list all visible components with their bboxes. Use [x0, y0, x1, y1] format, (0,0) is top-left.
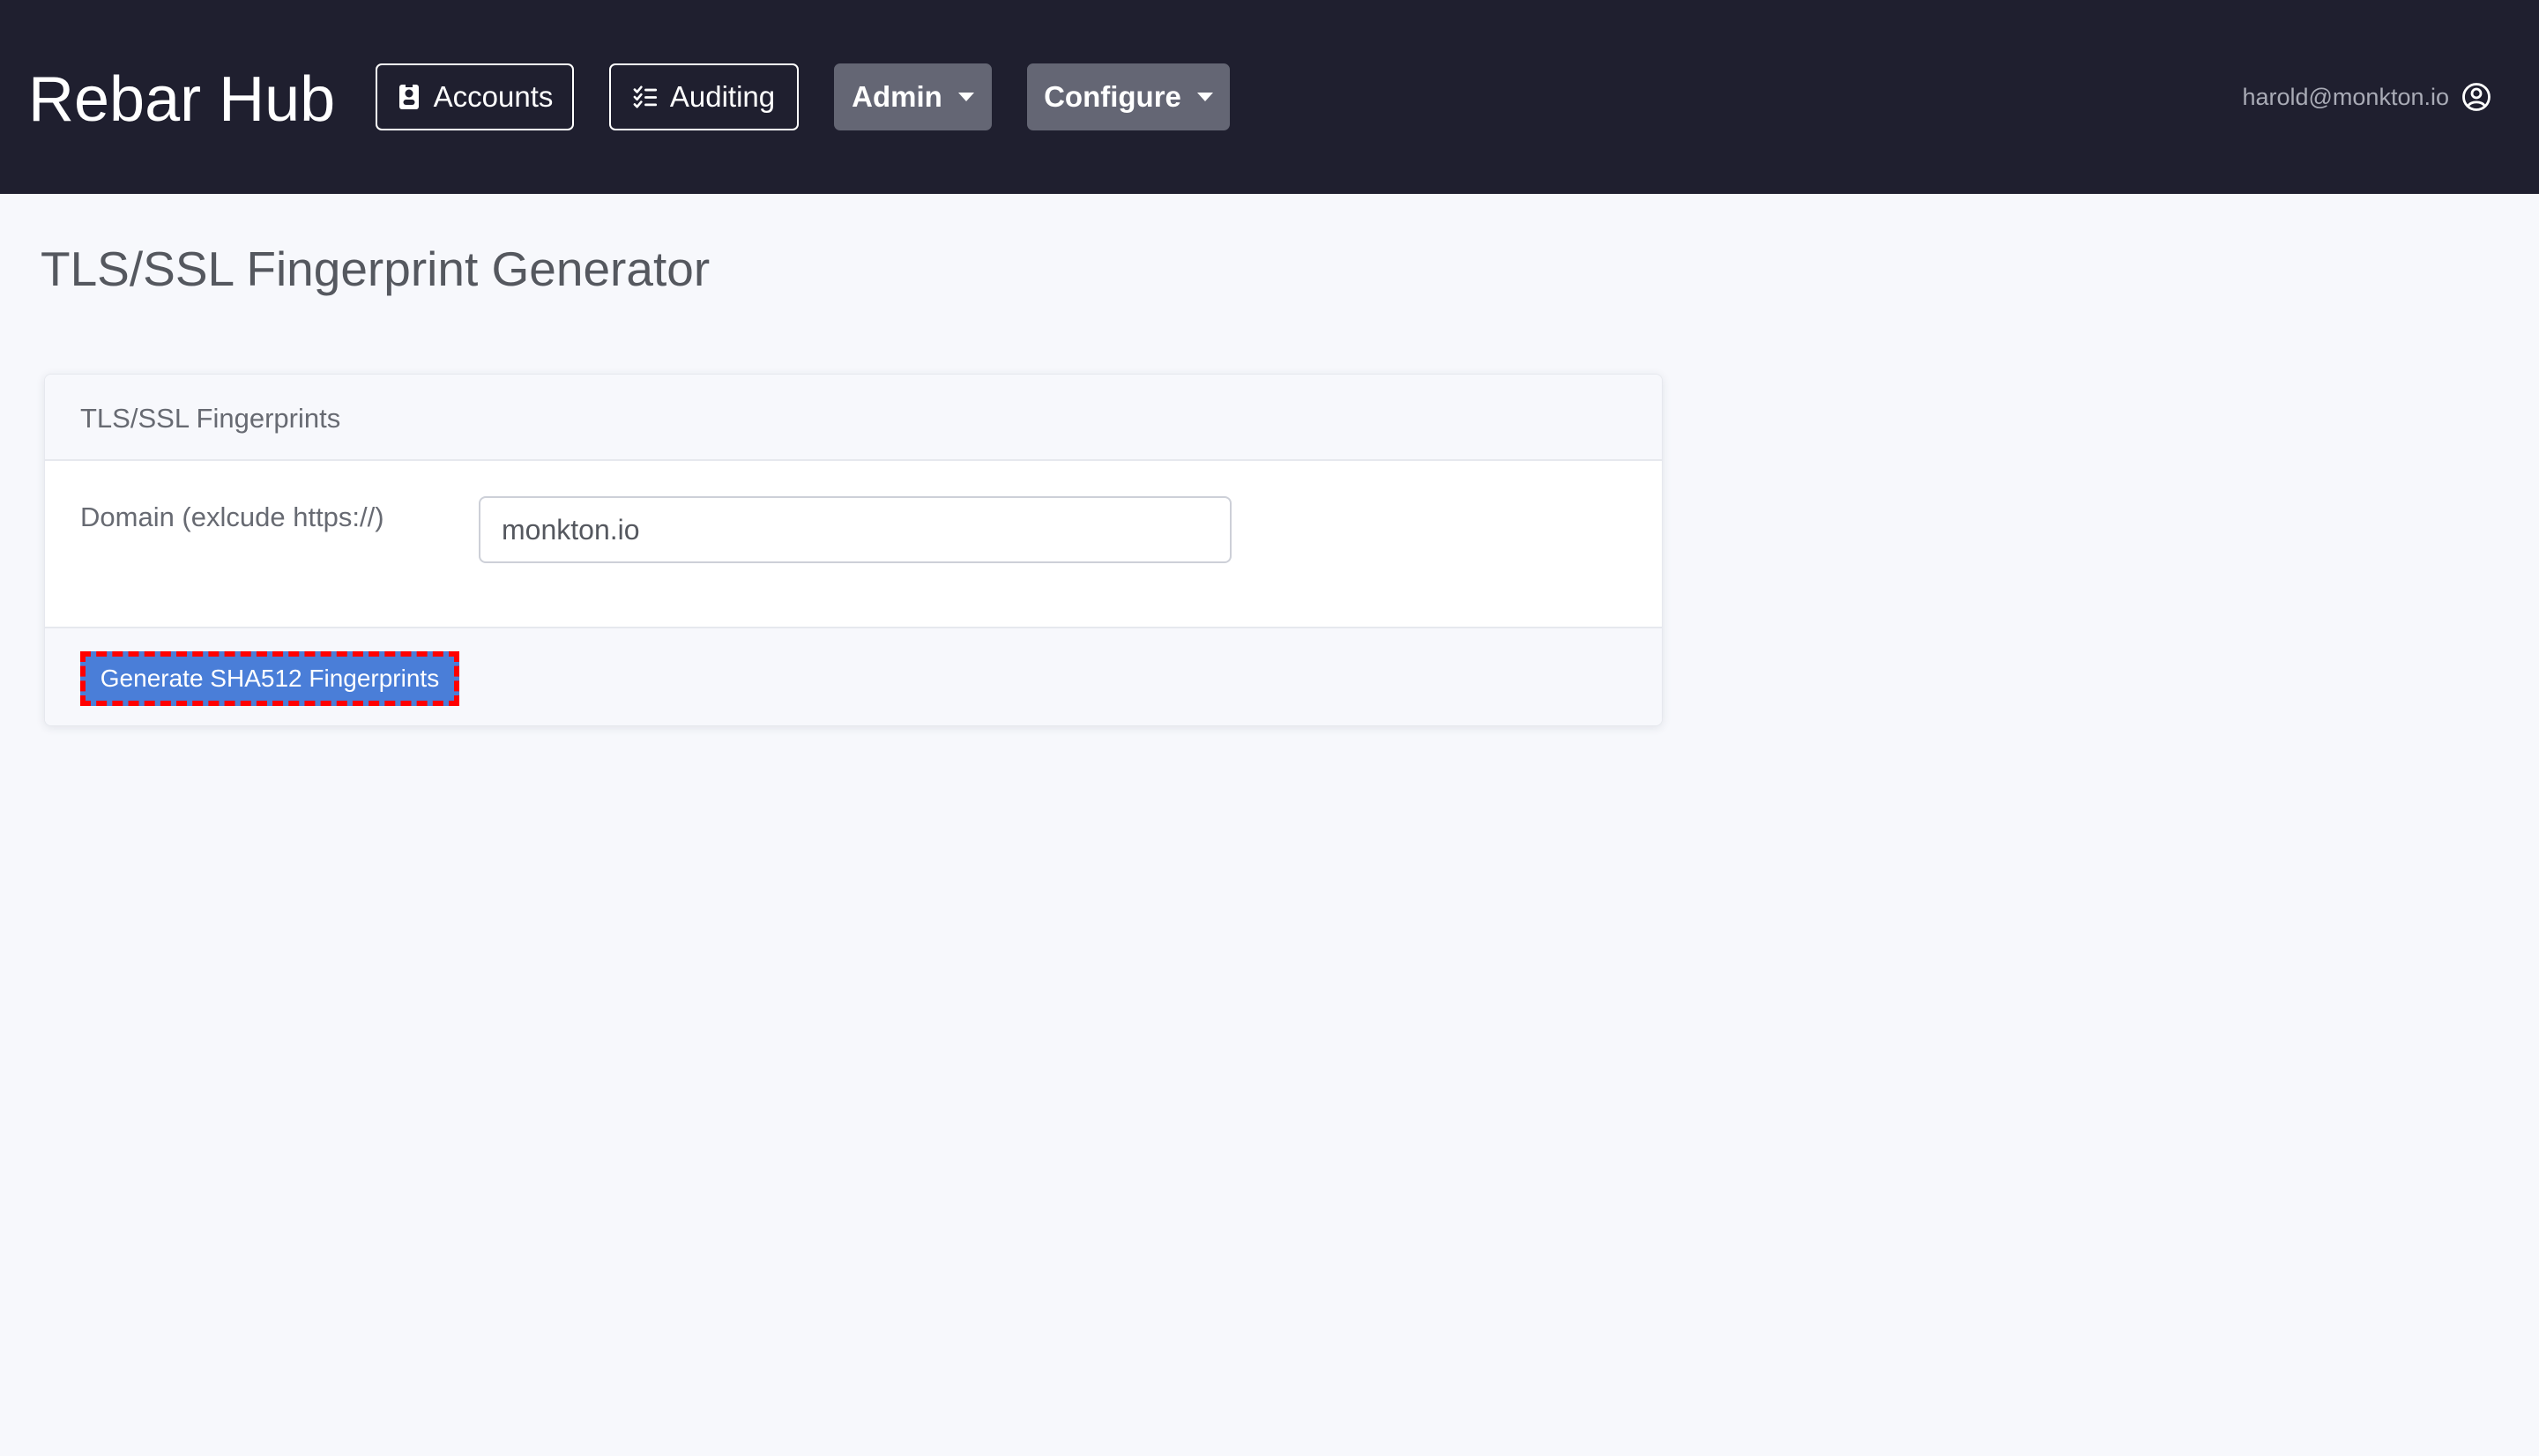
- admin-dropdown-label: Admin: [852, 80, 942, 113]
- generate-fingerprints-button[interactable]: Generate SHA512 Fingerprints: [80, 651, 459, 706]
- id-badge-icon: [398, 85, 419, 109]
- checklist-icon: [633, 85, 657, 108]
- domain-input[interactable]: [479, 496, 1232, 563]
- auditing-button-label: Auditing: [669, 80, 776, 113]
- configure-dropdown[interactable]: Configure: [1027, 63, 1230, 130]
- fingerprint-card: TLS/SSL Fingerprints Domain (exlcude htt…: [44, 374, 1663, 726]
- accounts-button-label: Accounts: [433, 80, 554, 113]
- chevron-down-icon: [957, 93, 974, 101]
- accounts-button[interactable]: Accounts: [376, 63, 574, 130]
- domain-field-label: Domain (exlcude https://): [80, 501, 384, 532]
- chevron-down-icon: [1196, 93, 1213, 101]
- card-header-title: TLS/SSL Fingerprints: [80, 403, 341, 434]
- user-circle-icon: [2462, 83, 2491, 111]
- top-navbar: Rebar Hub Accounts Auditing Admin Config…: [0, 0, 2539, 194]
- card-footer: Generate SHA512 Fingerprints: [45, 627, 1662, 725]
- card-header: TLS/SSL Fingerprints: [45, 375, 1662, 461]
- user-email: harold@monkton.io: [2242, 83, 2449, 110]
- page-title: TLS/SSL Fingerprint Generator: [41, 241, 711, 296]
- auditing-button[interactable]: Auditing: [609, 63, 799, 130]
- configure-dropdown-label: Configure: [1044, 80, 1181, 113]
- brand-title[interactable]: Rebar Hub: [28, 62, 335, 137]
- user-menu[interactable]: harold@monkton.io: [2242, 79, 2491, 115]
- admin-dropdown[interactable]: Admin: [834, 63, 992, 130]
